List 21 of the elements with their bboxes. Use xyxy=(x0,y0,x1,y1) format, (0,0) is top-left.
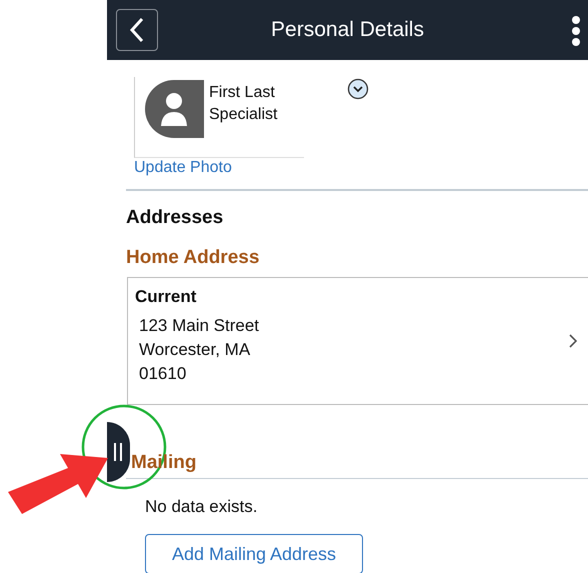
back-icon xyxy=(128,17,146,43)
avatar-icon xyxy=(144,80,204,138)
add-address-button[interactable]: Add Mailing Address xyxy=(145,534,363,573)
more-icon[interactable] xyxy=(571,16,581,46)
dropdown-icon[interactable] xyxy=(347,78,369,100)
address-line: Worcester, MA xyxy=(138,339,252,361)
address-card[interactable]: Current 123 Main Street Worcester, MA 01610 xyxy=(127,277,588,405)
page-title: Personal Details xyxy=(270,18,425,42)
employee-name: First Last xyxy=(209,83,276,103)
update-photo-link[interactable]: Update Photo xyxy=(134,159,588,177)
back-button[interactable] xyxy=(116,9,158,51)
section-title: Addresses xyxy=(126,207,224,229)
empty-message: No data exists. xyxy=(145,497,258,517)
chevron-right-icon xyxy=(568,333,578,349)
address-status: Current xyxy=(135,287,198,307)
address-type-heading: Home Address xyxy=(126,247,260,269)
pause-icon xyxy=(113,443,123,461)
address-line: 123 Main Street xyxy=(138,315,260,337)
address-line: 01610 xyxy=(138,363,188,385)
job-title: Specialist xyxy=(209,105,278,125)
pause-handle[interactable] xyxy=(107,422,130,482)
